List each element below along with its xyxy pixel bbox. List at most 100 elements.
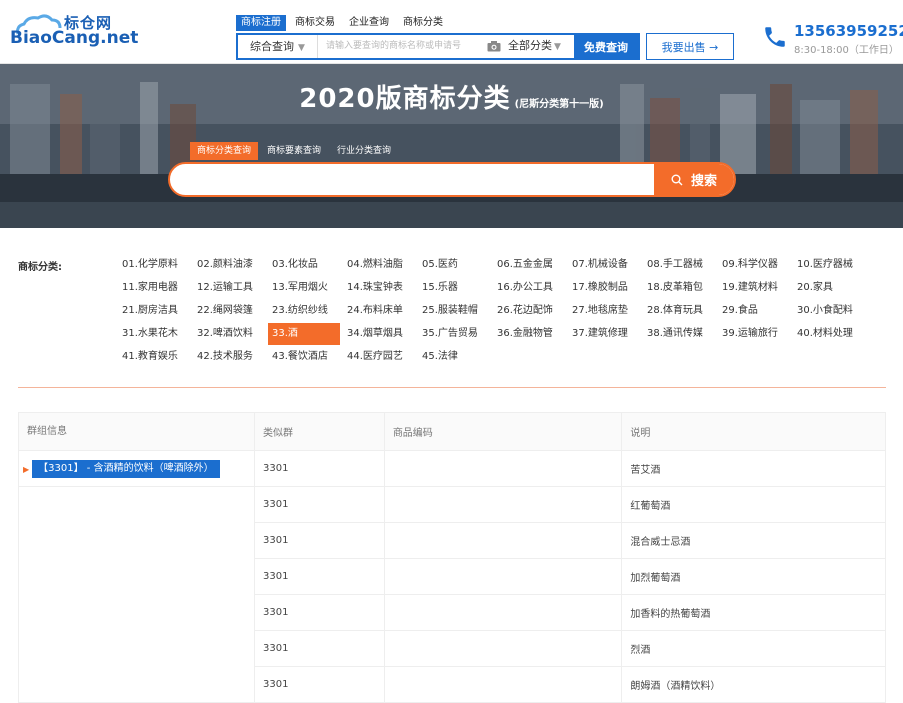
col-description: 说明: [621, 412, 886, 451]
category-item[interactable]: 33.酒: [268, 323, 340, 345]
tab-class-query[interactable]: 商标分类查询: [190, 142, 259, 160]
category-item[interactable]: 05.医药: [418, 254, 490, 276]
category-item[interactable]: 37.建筑修理: [568, 323, 640, 345]
category-item[interactable]: 36.金融物管: [493, 323, 565, 345]
category-item[interactable]: 03.化妆品: [268, 254, 340, 276]
cell-similar-group: 3301: [254, 666, 385, 703]
category-item[interactable]: 02.颜料油漆: [193, 254, 265, 276]
category-item[interactable]: 17.橡胶制品: [568, 277, 640, 299]
cell-description: 加烈葡萄酒: [621, 558, 886, 595]
banner-title: 2020版商标分类 (尼斯分类第十一版): [0, 78, 903, 115]
cell-goods-code: [383, 558, 623, 595]
banner-search-input[interactable]: 搜索: [168, 162, 736, 197]
cell-goods-code: [383, 630, 623, 667]
category-item[interactable]: 01.化学原料: [118, 254, 190, 276]
cell-similar-group: 3301: [254, 630, 385, 667]
table-header-row: 类似群 商品编码 说明: [254, 412, 886, 451]
category-item[interactable]: 15.乐器: [418, 277, 490, 299]
category-item[interactable]: 44.医疗园艺: [343, 346, 415, 368]
category-item[interactable]: 24.布料床单: [343, 300, 415, 322]
category-item[interactable]: 28.体育玩具: [643, 300, 715, 322]
cell-goods-code: [383, 486, 623, 523]
category-item[interactable]: 31.水果花木: [118, 323, 190, 345]
header-search-input[interactable]: 请输入要查询的商标名称或申请号: [318, 35, 484, 58]
nav-tab-classification[interactable]: 商标分类: [398, 15, 448, 31]
category-item[interactable]: 34.烟草烟具: [343, 323, 415, 345]
cell-similar-group: 3301: [254, 522, 385, 559]
category-item[interactable]: 39.运输旅行: [718, 323, 790, 345]
group-panel: 群组信息 ▶ 【3301】 - 含酒精的饮料（啤酒除外）: [18, 412, 255, 703]
cell-description: 红葡萄酒: [621, 486, 886, 523]
caret-right-icon: ▶: [23, 464, 30, 474]
sell-button[interactable]: 我要出售 →: [646, 33, 734, 60]
table-row: 3301 加香料的热葡萄酒: [254, 594, 886, 631]
table-row: 3301 混合威士忌酒: [254, 522, 886, 559]
category-item[interactable]: 18.皮革箱包: [643, 277, 715, 299]
nav-tab-register[interactable]: 商标注册: [236, 15, 286, 31]
category-item[interactable]: 13.军用烟火: [268, 277, 340, 299]
search-category-label: 全部分类: [508, 39, 552, 52]
category-item[interactable]: 30.小食配料: [793, 300, 873, 322]
category-item[interactable]: 19.建筑材料: [718, 277, 790, 299]
tab-element-query[interactable]: 商标要素查询: [260, 142, 328, 160]
banner-search-button[interactable]: 搜索: [654, 164, 734, 195]
category-item[interactable]: 12.运输工具: [193, 277, 265, 299]
category-label: 商标分类:: [18, 262, 62, 273]
category-item[interactable]: 41.教育娱乐: [118, 346, 190, 368]
table-row: 3301 红葡萄酒: [254, 486, 886, 523]
category-item[interactable]: 40.材料处理: [793, 323, 873, 345]
search-type-select[interactable]: 综合查询 ▼: [238, 35, 318, 58]
category-item[interactable]: 20.家具: [793, 277, 873, 299]
category-item[interactable]: 04.燃料油脂: [343, 254, 415, 276]
category-item[interactable]: 06.五金金属: [493, 254, 565, 276]
table-row: 3301 加烈葡萄酒: [254, 558, 886, 595]
category-item[interactable]: 23.纺织纱线: [268, 300, 340, 322]
category-item[interactable]: 42.技术服务: [193, 346, 265, 368]
category-item[interactable]: 32.啤酒饮料: [193, 323, 265, 345]
search-category-select[interactable]: 全部分类 ▼: [504, 34, 574, 59]
category-item[interactable]: 22.绳网袋篷: [193, 300, 265, 322]
category-item[interactable]: 29.食品: [718, 300, 790, 322]
camera-icon[interactable]: [484, 35, 504, 58]
category-item[interactable]: 35.广告贸易: [418, 323, 490, 345]
category-item[interactable]: 10.医疗器械: [793, 254, 873, 276]
category-item[interactable]: 21.厨房洁具: [118, 300, 190, 322]
cell-goods-code: [383, 522, 623, 559]
category-item[interactable]: 16.办公工具: [493, 277, 565, 299]
category-item[interactable]: 07.机械设备: [568, 254, 640, 276]
free-search-button[interactable]: 免费查询: [574, 35, 638, 58]
category-item[interactable]: 27.地毯席垫: [568, 300, 640, 322]
nav-tab-trade[interactable]: 商标交易: [290, 15, 340, 31]
chevron-down-icon: ▼: [554, 42, 561, 52]
chevron-down-icon: ▼: [298, 43, 305, 53]
banner-tabs: 商标分类查询 商标要素查询 行业分类查询: [190, 142, 400, 160]
col-similar-group: 类似群: [254, 412, 385, 451]
nav-tab-company[interactable]: 企业查询: [344, 15, 394, 31]
divider: [19, 486, 255, 487]
logo-en: BiaoCang.net: [10, 28, 139, 48]
category-item[interactable]: 25.服装鞋帽: [418, 300, 490, 322]
banner-title-text: 2020版商标分类: [299, 84, 511, 114]
col-goods-code: 商品编码: [383, 412, 623, 451]
cell-description: 苦艾酒: [621, 450, 886, 487]
category-item[interactable]: 26.花边配饰: [493, 300, 565, 322]
contact-phone: 13563959252: [794, 22, 903, 40]
cell-description: 混合威士忌酒: [621, 522, 886, 559]
tab-industry-query[interactable]: 行业分类查询: [330, 142, 398, 160]
cell-description: 朗姆酒（酒精饮料）: [621, 666, 886, 703]
goods-table: 类似群 商品编码 说明 3301 苦艾酒 3301 红葡萄酒 3301 混合威士忌酒 330…: [254, 412, 886, 703]
cell-description: 烈酒: [621, 630, 886, 667]
category-item[interactable]: 14.珠宝钟表: [343, 277, 415, 299]
table-row: 3301 苦艾酒: [254, 450, 886, 487]
category-item[interactable]: 08.手工器械: [643, 254, 715, 276]
category-item[interactable]: 09.科学仪器: [718, 254, 790, 276]
table-row: 3301 朗姆酒（酒精饮料）: [254, 666, 886, 703]
cell-similar-group: 3301: [254, 594, 385, 631]
work-hours: 8:30-18:00（工作日）: [794, 45, 899, 56]
category-item[interactable]: 11.家用电器: [118, 277, 190, 299]
category-item[interactable]: 45.法律: [418, 346, 490, 368]
category-item[interactable]: 38.通讯传媒: [643, 323, 715, 345]
site-logo[interactable]: 标仓网 BiaoCang.net: [8, 12, 138, 52]
group-item-3301[interactable]: ▶ 【3301】 - 含酒精的饮料（啤酒除外）: [23, 459, 254, 479]
category-item[interactable]: 43.餐饮酒店: [268, 346, 340, 368]
